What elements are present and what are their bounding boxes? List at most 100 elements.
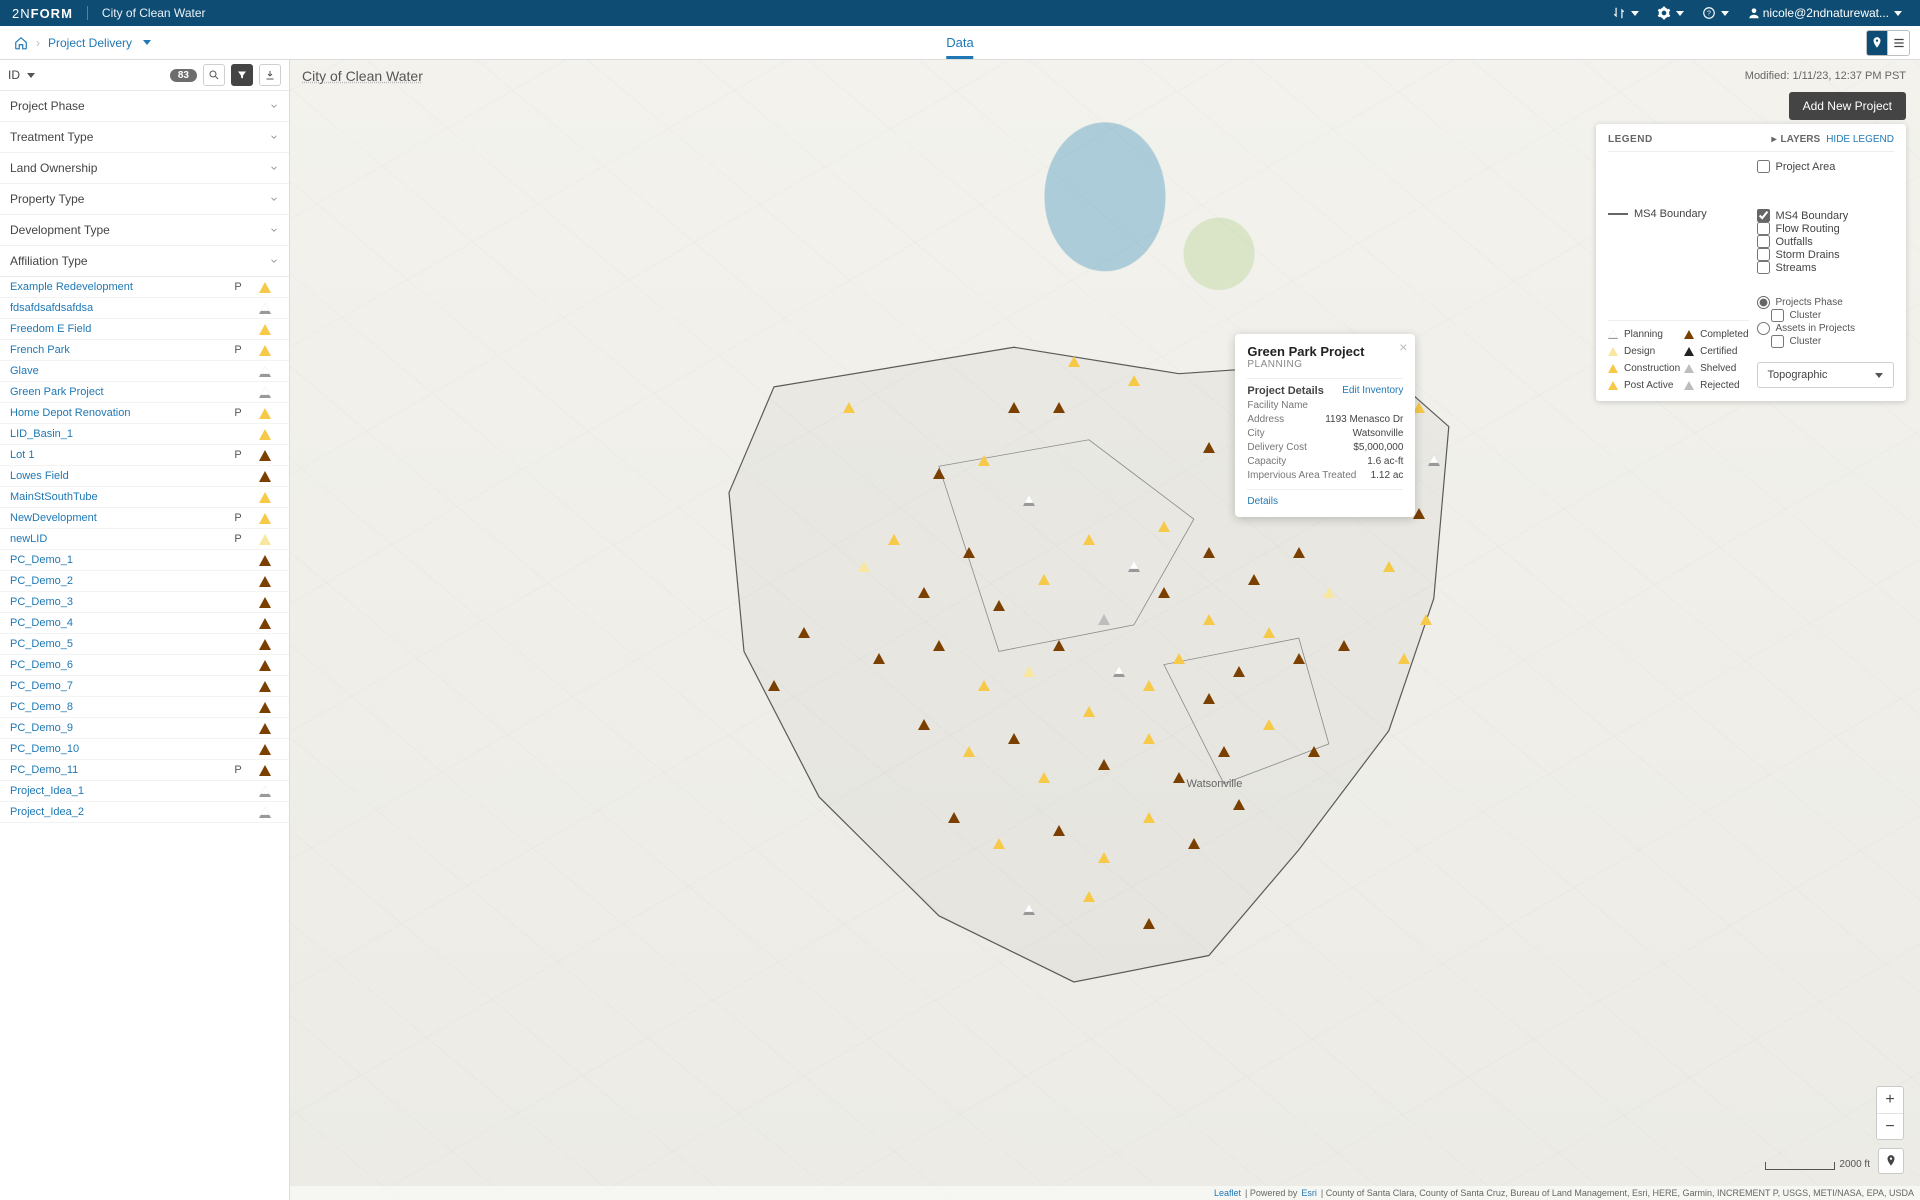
project-link[interactable]: PC_Demo_3 [10, 596, 225, 608]
project-list[interactable]: Example Redevelopment P fdsafdsafdsafdsa… [0, 277, 289, 1200]
project-row[interactable]: MainStSouthTube [0, 487, 289, 508]
project-row[interactable]: Project_Idea_1 [0, 781, 289, 802]
layers-toggle[interactable]: ▸ LAYERS [1772, 134, 1821, 145]
project-link[interactable]: Green Park Project [10, 386, 225, 398]
map-marker[interactable] [1233, 799, 1245, 810]
map-marker[interactable] [1420, 614, 1432, 625]
project-link[interactable]: Lot 1 [10, 449, 225, 461]
project-row[interactable]: PC_Demo_1 [0, 550, 289, 571]
layer-toggle-storm drains[interactable]: Storm Drains [1757, 248, 1895, 261]
map-marker[interactable] [1143, 733, 1155, 744]
zoom-in-button[interactable]: + [1877, 1087, 1903, 1113]
map-marker[interactable] [1293, 653, 1305, 664]
map-marker[interactable] [1098, 852, 1110, 863]
breadcrumb-caret-icon[interactable] [143, 40, 151, 45]
map-marker[interactable] [1203, 614, 1215, 625]
filter-land ownership[interactable]: Land Ownership [0, 152, 289, 183]
project-row[interactable]: PC_Demo_5 [0, 634, 289, 655]
map-marker[interactable] [1203, 442, 1215, 453]
project-link[interactable]: PC_Demo_11 [10, 764, 225, 776]
project-row[interactable]: Home Depot Renovation P [0, 403, 289, 424]
map-marker[interactable] [843, 402, 855, 413]
map-marker[interactable] [1068, 356, 1080, 367]
map-marker[interactable] [1263, 719, 1275, 730]
project-link[interactable]: PC_Demo_8 [10, 701, 225, 713]
project-link[interactable]: Project_Idea_1 [10, 785, 225, 797]
layer-toggle-project area[interactable]: Project Area [1757, 160, 1895, 173]
project-row[interactable]: Project_Idea_2 [0, 802, 289, 823]
map-marker[interactable] [993, 600, 1005, 611]
zoom-out-button[interactable]: − [1877, 1113, 1903, 1139]
radio-cluster[interactable]: Cluster [1757, 335, 1895, 348]
filter-project phase[interactable]: Project Phase [0, 91, 289, 121]
map-marker[interactable] [798, 627, 810, 638]
add-new-project-button[interactable]: Add New Project [1789, 92, 1906, 120]
map-marker[interactable] [1008, 733, 1020, 744]
locate-button[interactable] [1878, 1148, 1904, 1174]
map-marker[interactable] [1158, 587, 1170, 598]
map-marker[interactable] [1053, 402, 1065, 413]
map-marker[interactable] [1203, 693, 1215, 704]
map-marker[interactable] [1323, 587, 1335, 598]
layer-toggle-ms4 boundary[interactable]: MS4 Boundary [1757, 209, 1895, 222]
map-marker[interactable] [1338, 640, 1350, 651]
project-row[interactable]: PC_Demo_4 [0, 613, 289, 634]
map-marker[interactable] [1203, 547, 1215, 558]
project-link[interactable]: Home Depot Renovation [10, 407, 225, 419]
project-row[interactable]: fdsafdsafdsafdsa [0, 298, 289, 319]
project-row[interactable]: Green Park Project [0, 382, 289, 403]
project-row[interactable]: newLID P [0, 529, 289, 550]
sort-menu[interactable] [1606, 6, 1645, 20]
breadcrumb-page[interactable]: Project Delivery [48, 36, 132, 50]
filter-affiliation type[interactable]: Affiliation Type [0, 245, 289, 276]
map-marker[interactable] [963, 746, 975, 757]
map-marker[interactable] [933, 468, 945, 479]
map-marker[interactable] [1128, 561, 1140, 572]
project-link[interactable]: Example Redevelopment [10, 281, 225, 293]
home-icon[interactable] [14, 36, 28, 50]
radio-projects phase[interactable]: Projects Phase [1757, 296, 1895, 309]
filter-button[interactable] [231, 64, 253, 86]
project-link[interactable]: PC_Demo_10 [10, 743, 225, 755]
map-marker[interactable] [1293, 547, 1305, 558]
map-marker[interactable] [888, 534, 900, 545]
project-link[interactable]: Freedom E Field [10, 323, 225, 335]
project-row[interactable]: PC_Demo_2 [0, 571, 289, 592]
project-row[interactable]: Lot 1 P [0, 445, 289, 466]
radio-cluster[interactable]: Cluster [1757, 309, 1895, 322]
project-link[interactable]: Glave [10, 365, 225, 377]
layer-toggle-flow routing[interactable]: Flow Routing [1757, 222, 1895, 235]
project-link[interactable]: MainStSouthTube [10, 491, 225, 503]
map-marker[interactable] [1023, 666, 1035, 677]
radio-assets in projects[interactable]: Assets in Projects [1757, 322, 1895, 335]
project-link[interactable]: PC_Demo_5 [10, 638, 225, 650]
map-marker[interactable] [978, 455, 990, 466]
map-marker[interactable] [1383, 561, 1395, 572]
map-marker[interactable] [1398, 653, 1410, 664]
filter-property type[interactable]: Property Type [0, 183, 289, 214]
download-button[interactable] [259, 64, 281, 86]
map-marker[interactable] [873, 653, 885, 664]
project-row[interactable]: Freedom E Field [0, 319, 289, 340]
project-row[interactable]: NewDevelopment P [0, 508, 289, 529]
map-marker[interactable] [1098, 759, 1110, 770]
edit-inventory-link[interactable]: Edit Inventory [1342, 385, 1403, 396]
map-marker[interactable] [1308, 746, 1320, 757]
map-marker[interactable] [1098, 614, 1110, 625]
list-view-button[interactable] [1888, 30, 1910, 56]
project-row[interactable]: Lowes Field [0, 466, 289, 487]
map-marker[interactable] [1173, 653, 1185, 664]
map-marker[interactable] [1143, 812, 1155, 823]
project-link[interactable]: PC_Demo_6 [10, 659, 225, 671]
map-marker[interactable] [1038, 772, 1050, 783]
project-link[interactable]: fdsafdsafdsafdsa [10, 302, 225, 314]
project-link[interactable]: French Park [10, 344, 225, 356]
layer-toggle-streams[interactable]: Streams [1757, 261, 1895, 274]
map-marker[interactable] [1053, 825, 1065, 836]
map-marker[interactable] [1083, 706, 1095, 717]
map-marker[interactable] [1128, 375, 1140, 386]
hide-legend-link[interactable]: HIDE LEGEND [1826, 134, 1894, 145]
map-marker[interactable] [1083, 891, 1095, 902]
project-row[interactable]: PC_Demo_8 [0, 697, 289, 718]
project-row[interactable]: PC_Demo_7 [0, 676, 289, 697]
